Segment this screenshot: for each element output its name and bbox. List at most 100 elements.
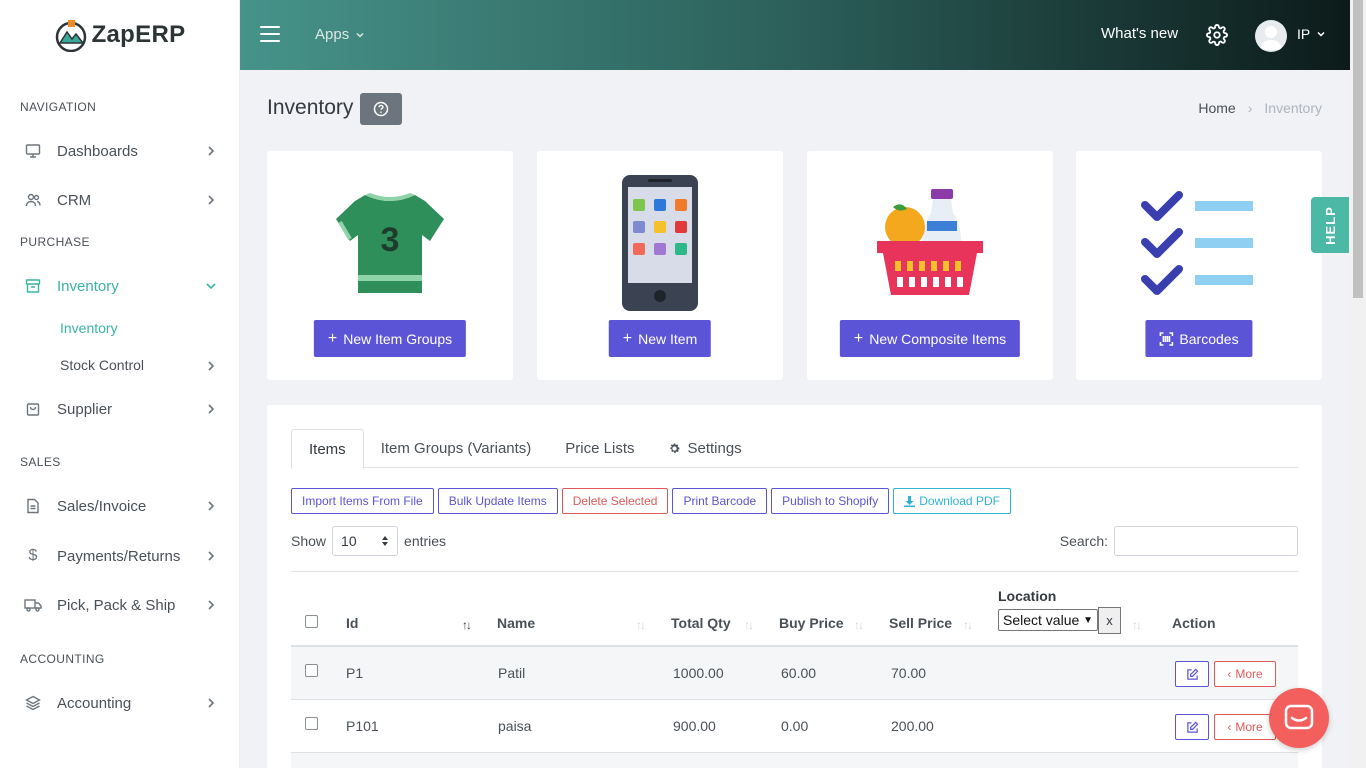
items-panel: Items Item Groups (Variants) Price Lists… [267, 405, 1322, 768]
sort-icon: ↑↓ [744, 618, 754, 632]
edit-button[interactable] [1175, 661, 1209, 687]
barcode-scan-icon [1159, 331, 1174, 346]
sidebar-item-dashboards[interactable]: Dashboards [0, 131, 240, 171]
col-sell-price[interactable]: Sell Price [889, 615, 952, 631]
tab-price-lists[interactable]: Price Lists [548, 429, 651, 467]
location-filter-select[interactable]: Select value ▼ [998, 609, 1098, 631]
col-action: Action [1172, 615, 1216, 631]
download-pdf-button[interactable]: Download PDF [893, 488, 1011, 514]
section-sales: SALES [20, 455, 61, 469]
import-items-button[interactable]: Import Items From File [291, 488, 434, 514]
select-all-checkbox[interactable] [305, 615, 318, 628]
help-tab-label: HELP [1322, 205, 1338, 245]
table-row: P101 paisa 900.00 0.00 200.00 ‹ More [291, 700, 1298, 753]
publish-shopify-button[interactable]: Publish to Shopify [771, 488, 890, 514]
breadcrumb-separator-icon: › [1247, 100, 1253, 116]
sidebar-item-supplier[interactable]: Supplier [0, 389, 240, 429]
apps-label: Apps [315, 26, 350, 43]
page-title: Inventory [267, 96, 354, 119]
cell-buy-price: 60.00 [781, 665, 817, 681]
print-barcode-button[interactable]: Print Barcode [672, 488, 768, 514]
menu-toggle-icon[interactable] [260, 26, 280, 42]
caret-down-icon: ▼ [1083, 614, 1093, 626]
entries-value: 10 [341, 533, 357, 549]
user-menu[interactable]: IP [1297, 26, 1326, 42]
sidebar-item-accounting[interactable]: Accounting [0, 683, 240, 723]
tab-settings[interactable]: Settings [651, 429, 758, 467]
col-id[interactable]: Id [346, 615, 358, 631]
col-buy-price[interactable]: Buy Price [779, 615, 844, 631]
chat-launcher-button[interactable] [1269, 688, 1329, 748]
cell-buy-price: 0.00 [781, 718, 809, 734]
button-label: Barcodes [1179, 330, 1239, 347]
entries-select[interactable]: 10 [332, 526, 399, 556]
sort-icon: ↑↓ [1132, 618, 1142, 632]
col-location[interactable]: Location [998, 588, 1056, 604]
search-label: Search: [1059, 533, 1108, 549]
archive-icon [24, 277, 42, 295]
sidebar-item-label: Supplier [57, 400, 113, 418]
page-scrollbar[interactable] [1350, 0, 1366, 768]
brand-logo[interactable]: ZapERP [0, 0, 239, 70]
row-checkbox[interactable] [305, 664, 318, 677]
row-checkbox[interactable] [305, 717, 318, 730]
delete-selected-button[interactable]: Delete Selected [561, 488, 669, 514]
edit-icon [1186, 668, 1198, 680]
bulk-update-button[interactable]: Bulk Update Items [437, 488, 558, 514]
download-icon [904, 495, 916, 507]
file-text-icon [24, 497, 42, 515]
breadcrumb-home[interactable]: Home [1198, 100, 1235, 116]
sidebar-item-crm[interactable]: CRM [0, 180, 240, 220]
new-item-groups-button[interactable]: + New Item Groups [313, 320, 467, 357]
table-header: Id ↑↓ Name ↑↓ Total Qty ↑↓ Buy Price ↑↓ … [291, 571, 1298, 647]
page-help-button[interactable] [360, 93, 402, 125]
brand-name: ZapERP [91, 21, 186, 48]
chevron-down-icon [356, 32, 364, 38]
settings-gear-icon[interactable] [1206, 24, 1228, 46]
more-dropdown-button[interactable]: ‹ More [1214, 661, 1276, 687]
button-label: More [1235, 720, 1263, 734]
sidebar-item-label: Stock Control [60, 357, 145, 373]
sidebar-subitem-inventory[interactable]: Inventory [60, 320, 118, 336]
section-accounting: ACCOUNTING [20, 652, 105, 666]
sidebar-item-payments-returns[interactable]: $ Payments/Returns [0, 536, 240, 576]
sidebar-subitem-stock-control[interactable]: Stock Control [60, 357, 220, 373]
edit-button[interactable] [1175, 714, 1209, 740]
chevron-right-icon [208, 146, 215, 156]
chevron-right-icon [208, 698, 215, 708]
sidebar-item-label: CRM [57, 191, 92, 209]
new-composite-items-button[interactable]: + New Composite Items [839, 320, 1021, 357]
search-input[interactable] [1114, 526, 1298, 556]
tab-items[interactable]: Items [291, 429, 364, 469]
card-item-groups: 3 + New Item Groups [267, 151, 513, 380]
action-toolbar: Import Items From File Bulk Update Items… [291, 488, 1011, 514]
sidebar-item-inventory[interactable]: Inventory [0, 266, 240, 306]
plus-icon: + [853, 329, 864, 347]
barcodes-button[interactable]: Barcodes [1145, 320, 1253, 357]
entries-label: entries [404, 533, 447, 549]
col-name[interactable]: Name [497, 615, 535, 631]
sidebar-item-sales-invoice[interactable]: Sales/Invoice [0, 486, 240, 526]
grocery-basket-icon [877, 189, 983, 295]
cell-total-qty: 1000.00 [673, 665, 724, 681]
shopping-bag-icon [24, 400, 42, 418]
location-select-value: Select value [1003, 612, 1080, 628]
card-barcodes: Barcodes [1076, 151, 1322, 380]
user-avatar[interactable] [1255, 20, 1287, 52]
topbar: Apps What's new IP [240, 0, 1350, 70]
button-label: Download PDF [919, 494, 1000, 508]
dollar-icon: $ [28, 547, 38, 564]
scrollbar-thumb[interactable] [1353, 0, 1363, 298]
new-item-button[interactable]: + New Item [608, 320, 712, 357]
location-clear-button[interactable]: x [1098, 607, 1121, 634]
col-total-qty[interactable]: Total Qty [671, 615, 731, 631]
help-side-tab[interactable]: HELP [1311, 197, 1349, 253]
whats-new-link[interactable]: What's new [1101, 25, 1178, 42]
apps-dropdown[interactable]: Apps [315, 26, 365, 43]
section-navigation: NAVIGATION [20, 100, 97, 114]
chevron-left-icon: ‹ [1227, 720, 1232, 734]
cell-sell-price: 200.00 [891, 718, 934, 734]
tab-item-groups[interactable]: Item Groups (Variants) [364, 429, 549, 467]
sidebar-item-pick-pack-ship[interactable]: Pick, Pack & Ship [0, 585, 240, 625]
more-dropdown-button[interactable]: ‹ More [1214, 714, 1276, 740]
